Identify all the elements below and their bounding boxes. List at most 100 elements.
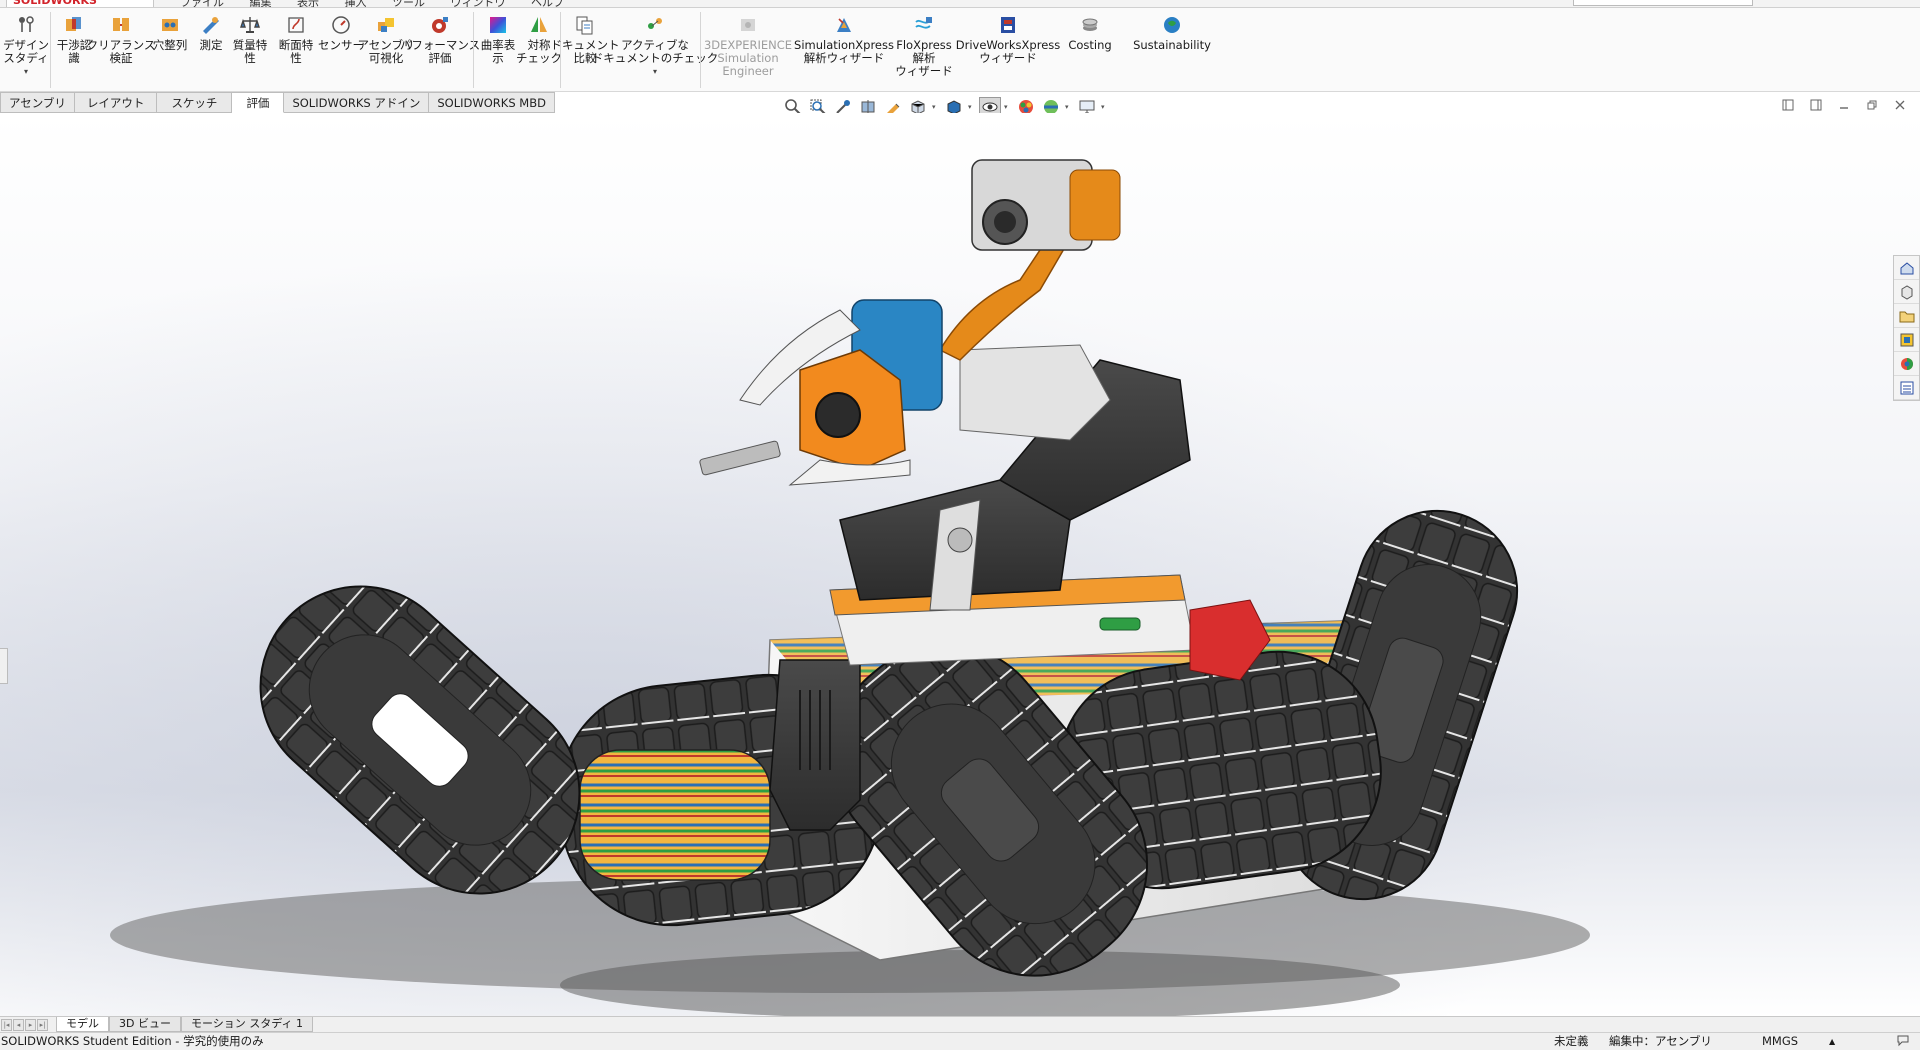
menu-view[interactable]: 表示 [297,0,319,7]
performance-evaluation-icon [432,17,448,33]
search-input[interactable] [1573,0,1753,6]
3dexperience-label: 3DEXPERIENCE Simulation Engineer [703,38,793,78]
last-tab-button[interactable]: ▸| [37,1018,48,1031]
appearances-tab[interactable] [1894,352,1919,376]
chevron-down-icon[interactable]: ▾ [1004,103,1012,111]
camera-lens-inner [994,211,1016,233]
hole-alignment-icon [162,19,178,31]
home-icon [1900,261,1913,274]
chevron-down-icon[interactable]: ▾ [1065,103,1073,111]
symmetry-check-icon [531,17,547,32]
task-pane-tabs [1893,255,1920,401]
chevron-down-icon[interactable]: ▾ [1101,103,1109,111]
tab-evaluate[interactable]: 評価 [232,92,285,113]
chevron-down-icon: ▾ [652,67,657,76]
track-wiring-inner [579,749,771,881]
prev-tab-button[interactable]: ◂ [13,1018,24,1031]
floxpress-button[interactable]: FloXpress 解析 ウィザード [894,14,954,78]
floxpress-label: FloXpress 解析 ウィザード [895,38,953,78]
menu-help[interactable]: ヘルプ [531,0,564,7]
folder-icon [1899,311,1914,322]
section-properties-button[interactable]: 断面特 性 [276,14,316,65]
minimize-icon [1840,107,1848,109]
design-study-label: デザイン スタディ [3,38,49,65]
measure-label: 測定 [199,38,223,52]
menu-file[interactable]: ファイル [180,0,224,7]
tab-3d-views[interactable]: 3D ビュー [109,1017,181,1032]
simulationxpress-button[interactable]: SimulationXpress 解析ウィザード [794,14,894,65]
definition-status: 未定義 [1554,1034,1589,1048]
tab-solidworks-addins[interactable]: SOLIDWORKS アドイン [284,92,430,113]
status-led-bar [1099,617,1141,631]
curvature-button[interactable]: 曲率表 示 [478,14,518,65]
design-library-tab[interactable] [1894,280,1919,304]
hole-alignment-button[interactable]: 穴整列 [150,14,190,52]
front-left-flipper [259,585,581,895]
file-explorer-tab[interactable] [1894,304,1919,328]
help-chat-button[interactable] [1896,1033,1910,1050]
section-properties-label: 断面特 性 [278,38,314,65]
close-button[interactable] [1892,98,1908,112]
tab-motion-study-1[interactable]: モーション スタディ 1 [180,1017,313,1032]
command-manager-tabs: アセンブリ レイアウト スケッチ 評価 SOLIDWORKS アドイン SOLI… [0,92,555,113]
graphics-area[interactable]: Y X [0,113,1920,1017]
solidworks-logo[interactable]: SOLIDWORKS [6,0,154,7]
menu-edit[interactable]: 編集 [250,0,272,7]
menu-tools[interactable]: ツール [392,0,425,7]
design-study-button[interactable]: デザイン スタディ ▾ [3,14,49,78]
menu-window[interactable]: ウィンドウ [451,0,506,7]
performance-evaluation-button[interactable]: パフォーマンス 評価 [400,14,480,65]
restore-button[interactable] [1864,98,1880,112]
first-tab-button[interactable]: |◂ [1,1018,12,1031]
custom-properties-tab[interactable] [1894,376,1919,400]
chevron-up-icon[interactable]: ▲ [1829,1033,1835,1050]
unit-system-selector[interactable]: MMGS [1762,1033,1798,1050]
chevron-down-icon[interactable]: ▾ [932,103,940,111]
section-properties-icon [288,17,304,33]
mass-properties-icon [240,17,260,33]
driveworksxpress-button[interactable]: DriveWorksXpress ウィザード [956,14,1060,65]
minimize-button[interactable] [1836,98,1852,112]
status-bar: SOLIDWORKS Student Edition - 学究的使用のみ 未定義… [0,1032,1920,1050]
title-bar: SOLIDWORKS ファイル 編集 表示 挿入 ツール ウィンドウ ヘルプ [0,0,1920,8]
clearance-verification-label: クリアランス 検証 [86,38,156,65]
design-study-icon [19,16,34,32]
menu-insert[interactable]: 挿入 [345,0,367,7]
pane-right-icon [1810,99,1822,111]
shoulder-bolt [947,527,973,553]
curvature-label: 曲率表 示 [480,38,516,65]
curvature-icon [490,17,506,33]
tab-sketch[interactable]: スケッチ [157,92,233,113]
clearance-verification-button[interactable]: クリアランス 検証 [87,14,155,65]
view-palette-tab[interactable] [1894,328,1919,352]
chevron-down-icon[interactable]: ▾ [968,103,976,111]
sensor-button[interactable]: センサー [318,14,364,52]
3dexperience-icon [741,19,755,31]
sustainability-button[interactable]: Sustainability [1128,14,1216,52]
tab-assembly[interactable]: アセンブリ [0,92,75,113]
costing-button[interactable]: Costing [1062,14,1118,52]
costing-label: Costing [1068,38,1112,52]
editing-status: 編集中：アセンブリ [1609,1034,1712,1048]
gripper-rack [699,440,781,476]
design-library-icon [1901,284,1912,300]
3dexperience-simulation-button[interactable]: 3DEXPERIENCE Simulation Engineer [704,14,792,78]
restore-icon [1867,100,1877,110]
tab-model[interactable]: モデル [56,1017,109,1032]
robot-assembly-model[interactable] [0,113,1920,1017]
driveworksxpress-icon [1001,17,1015,33]
next-tab-button[interactable]: ▸ [25,1018,36,1031]
mass-properties-button[interactable]: 質量特 性 [230,14,270,65]
tab-layout[interactable]: レイアウト [74,92,158,113]
measure-button[interactable]: 測定 [194,14,228,52]
check-active-document-button[interactable]: アクティブな ドキュメントのチェック ▾ [592,14,718,78]
pane-left-button[interactable] [1780,98,1796,112]
view-palette-icon [1900,333,1913,346]
command-manager-ribbon: デザイン スタディ ▾ 干渉認 識 クリアランス 検証 穴整列 測定 質量特 性… [0,8,1920,92]
ribbon-divider [50,12,51,88]
driveworksxpress-label: DriveWorksXpress ウィザード [955,38,1061,65]
feature-manager-collapse-handle[interactable] [0,648,8,684]
solidworks-resources-tab[interactable] [1894,256,1919,280]
tab-solidworks-mbd[interactable]: SOLIDWORKS MBD [429,92,555,113]
pane-right-button[interactable] [1808,98,1824,112]
